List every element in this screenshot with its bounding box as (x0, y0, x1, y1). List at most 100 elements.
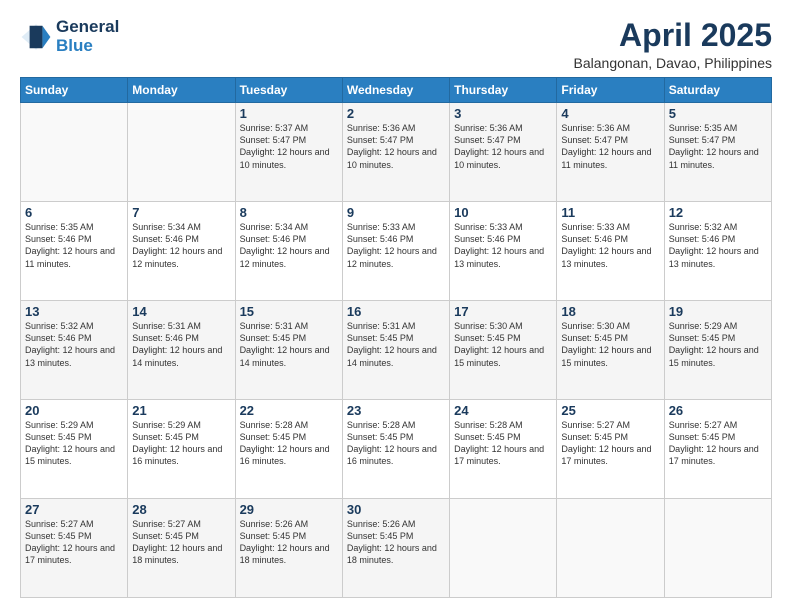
calendar-cell: 4Sunrise: 5:36 AM Sunset: 5:47 PM Daylig… (557, 103, 664, 202)
calendar-header-row: SundayMondayTuesdayWednesdayThursdayFrid… (21, 78, 772, 103)
calendar-cell: 22Sunrise: 5:28 AM Sunset: 5:45 PM Dayli… (235, 400, 342, 499)
day-number: 27 (25, 502, 123, 517)
calendar-cell: 15Sunrise: 5:31 AM Sunset: 5:45 PM Dayli… (235, 301, 342, 400)
calendar-cell: 26Sunrise: 5:27 AM Sunset: 5:45 PM Dayli… (664, 400, 771, 499)
day-info: Sunrise: 5:36 AM Sunset: 5:47 PM Dayligh… (347, 122, 445, 171)
calendar-week-row: 1Sunrise: 5:37 AM Sunset: 5:47 PM Daylig… (21, 103, 772, 202)
day-info: Sunrise: 5:27 AM Sunset: 5:45 PM Dayligh… (25, 518, 123, 567)
day-info: Sunrise: 5:28 AM Sunset: 5:45 PM Dayligh… (454, 419, 552, 468)
day-number: 7 (132, 205, 230, 220)
calendar-cell: 25Sunrise: 5:27 AM Sunset: 5:45 PM Dayli… (557, 400, 664, 499)
day-info: Sunrise: 5:30 AM Sunset: 5:45 PM Dayligh… (454, 320, 552, 369)
calendar-cell: 1Sunrise: 5:37 AM Sunset: 5:47 PM Daylig… (235, 103, 342, 202)
calendar-cell (664, 499, 771, 598)
page: GeneralBlue April 2025 Balangonan, Davao… (0, 0, 792, 612)
weekday-header-monday: Monday (128, 78, 235, 103)
day-number: 24 (454, 403, 552, 418)
day-info: Sunrise: 5:32 AM Sunset: 5:46 PM Dayligh… (669, 221, 767, 270)
weekday-header-sunday: Sunday (21, 78, 128, 103)
day-info: Sunrise: 5:27 AM Sunset: 5:45 PM Dayligh… (669, 419, 767, 468)
day-info: Sunrise: 5:30 AM Sunset: 5:45 PM Dayligh… (561, 320, 659, 369)
calendar-cell: 23Sunrise: 5:28 AM Sunset: 5:45 PM Dayli… (342, 400, 449, 499)
calendar-cell: 5Sunrise: 5:35 AM Sunset: 5:47 PM Daylig… (664, 103, 771, 202)
calendar-cell: 10Sunrise: 5:33 AM Sunset: 5:46 PM Dayli… (450, 202, 557, 301)
day-info: Sunrise: 5:28 AM Sunset: 5:45 PM Dayligh… (240, 419, 338, 468)
day-number: 4 (561, 106, 659, 121)
day-number: 21 (132, 403, 230, 418)
day-number: 14 (132, 304, 230, 319)
calendar-cell: 28Sunrise: 5:27 AM Sunset: 5:45 PM Dayli… (128, 499, 235, 598)
calendar-cell: 19Sunrise: 5:29 AM Sunset: 5:45 PM Dayli… (664, 301, 771, 400)
calendar-cell: 3Sunrise: 5:36 AM Sunset: 5:47 PM Daylig… (450, 103, 557, 202)
day-info: Sunrise: 5:34 AM Sunset: 5:46 PM Dayligh… (240, 221, 338, 270)
calendar-week-row: 20 Sunrise: 5:29 AM Sunset: 5:45 PM Dayli… (21, 400, 772, 499)
calendar-week-row: 13Sunrise: 5:32 AM Sunset: 5:46 PM Dayli… (21, 301, 772, 400)
day-number: 3 (454, 106, 552, 121)
day-number: 19 (669, 304, 767, 319)
calendar-cell: 27Sunrise: 5:27 AM Sunset: 5:45 PM Dayli… (21, 499, 128, 598)
day-number: 17 (454, 304, 552, 319)
day-number: 29 (240, 502, 338, 517)
day-info: Sunrise: 5:29 AM Sunset: 5:45 PM Dayligh… (132, 419, 230, 468)
calendar-cell (21, 103, 128, 202)
day-info: Sunrise: 5:35 AM Sunset: 5:47 PM Dayligh… (669, 122, 767, 171)
header: GeneralBlue April 2025 Balangonan, Davao… (20, 18, 772, 71)
day-number: 18 (561, 304, 659, 319)
day-number: 26 (669, 403, 767, 418)
day-number: 8 (240, 205, 338, 220)
day-number: 20 (25, 403, 123, 418)
calendar-cell: 24Sunrise: 5:28 AM Sunset: 5:45 PM Dayli… (450, 400, 557, 499)
day-info: Sunrise: 5:26 AM Sunset: 5:45 PM Dayligh… (240, 518, 338, 567)
day-number: 1 (240, 106, 338, 121)
calendar-cell: 7Sunrise: 5:34 AM Sunset: 5:46 PM Daylig… (128, 202, 235, 301)
day-info: Sunrise: 5:36 AM Sunset: 5:47 PM Dayligh… (561, 122, 659, 171)
day-info: Sunrise: 5:31 AM Sunset: 5:45 PM Dayligh… (347, 320, 445, 369)
day-info: Sunrise: 5:33 AM Sunset: 5:46 PM Dayligh… (347, 221, 445, 270)
day-number: 2 (347, 106, 445, 121)
day-info: Sunrise: 5:31 AM Sunset: 5:46 PM Dayligh… (132, 320, 230, 369)
day-number: 30 (347, 502, 445, 517)
calendar-cell: 21Sunrise: 5:29 AM Sunset: 5:45 PM Dayli… (128, 400, 235, 499)
calendar-cell: 29Sunrise: 5:26 AM Sunset: 5:45 PM Dayli… (235, 499, 342, 598)
calendar-cell: 14Sunrise: 5:31 AM Sunset: 5:46 PM Dayli… (128, 301, 235, 400)
day-info: Sunrise: 5:26 AM Sunset: 5:45 PM Dayligh… (347, 518, 445, 567)
calendar-cell: 20Sunrise: 5:29 AM Sunset: 5:45 PM Dayli… (21, 400, 128, 499)
calendar-cell: 13Sunrise: 5:32 AM Sunset: 5:46 PM Dayli… (21, 301, 128, 400)
day-number: 22 (240, 403, 338, 418)
calendar-cell (450, 499, 557, 598)
calendar-cell: 6Sunrise: 5:35 AM Sunset: 5:46 PM Daylig… (21, 202, 128, 301)
weekday-header-friday: Friday (557, 78, 664, 103)
day-info: Sunrise: 5:32 AM Sunset: 5:46 PM Dayligh… (25, 320, 123, 369)
calendar-cell: 9Sunrise: 5:33 AM Sunset: 5:46 PM Daylig… (342, 202, 449, 301)
day-number: 6 (25, 205, 123, 220)
day-number: 23 (347, 403, 445, 418)
weekday-header-thursday: Thursday (450, 78, 557, 103)
day-number: 5 (669, 106, 767, 121)
weekday-header-wednesday: Wednesday (342, 78, 449, 103)
calendar-cell: 2Sunrise: 5:36 AM Sunset: 5:47 PM Daylig… (342, 103, 449, 202)
day-number: 11 (561, 205, 659, 220)
day-info: Sunrise: 5:34 AM Sunset: 5:46 PM Dayligh… (132, 221, 230, 270)
logo: GeneralBlue (20, 18, 119, 55)
calendar-cell: 18Sunrise: 5:30 AM Sunset: 5:45 PM Dayli… (557, 301, 664, 400)
day-info: Sunrise: 5:28 AM Sunset: 5:45 PM Dayligh… (347, 419, 445, 468)
calendar-week-row: 27Sunrise: 5:27 AM Sunset: 5:45 PM Dayli… (21, 499, 772, 598)
calendar-cell: 12Sunrise: 5:32 AM Sunset: 5:46 PM Dayli… (664, 202, 771, 301)
calendar-week-row: 6Sunrise: 5:35 AM Sunset: 5:46 PM Daylig… (21, 202, 772, 301)
day-number: 12 (669, 205, 767, 220)
calendar-table: SundayMondayTuesdayWednesdayThursdayFrid… (20, 77, 772, 598)
subtitle: Balangonan, Davao, Philippines (574, 55, 772, 71)
day-info: Sunrise: 5:35 AM Sunset: 5:46 PM Dayligh… (25, 221, 123, 270)
day-info: Sunrise: 5:27 AM Sunset: 5:45 PM Dayligh… (561, 419, 659, 468)
title-block: April 2025 Balangonan, Davao, Philippine… (574, 18, 772, 71)
calendar-cell: 17Sunrise: 5:30 AM Sunset: 5:45 PM Dayli… (450, 301, 557, 400)
day-info: Sunrise: 5:27 AM Sunset: 5:45 PM Dayligh… (132, 518, 230, 567)
logo-icon (20, 21, 52, 53)
day-info: Sunrise: 5:33 AM Sunset: 5:46 PM Dayligh… (561, 221, 659, 270)
day-info: Sunrise: 5:29 AM Sunset: 5:45 PM Dayligh… (669, 320, 767, 369)
day-info: Sunrise: 5:37 AM Sunset: 5:47 PM Dayligh… (240, 122, 338, 171)
day-info: Sunrise: 5:36 AM Sunset: 5:47 PM Dayligh… (454, 122, 552, 171)
calendar-cell: 16Sunrise: 5:31 AM Sunset: 5:45 PM Dayli… (342, 301, 449, 400)
day-number: 25 (561, 403, 659, 418)
day-number: 10 (454, 205, 552, 220)
